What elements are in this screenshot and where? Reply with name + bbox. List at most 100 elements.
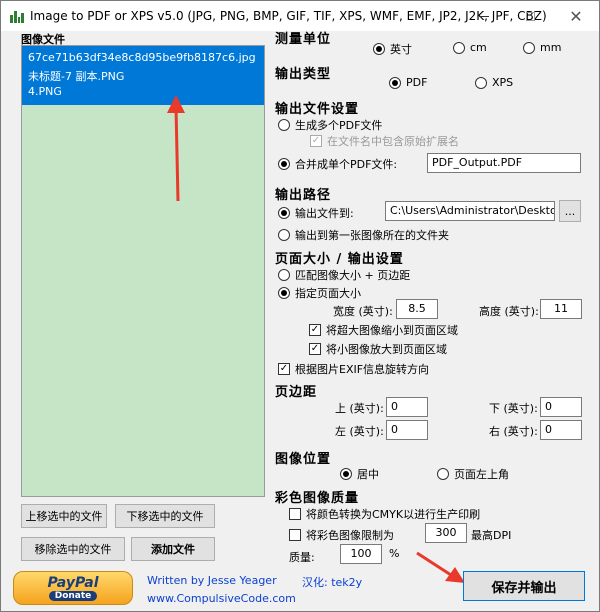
radio-dot bbox=[453, 41, 465, 54]
red-arrow-annotation bbox=[167, 95, 185, 202]
main-window: Image to PDF or XPS v5.0 (JPG, PNG, BMP,… bbox=[0, 0, 600, 612]
maximize-button[interactable] bbox=[507, 1, 553, 31]
cmyk-label: 将颜色转换为CMYK以进行生产印刷 bbox=[306, 508, 481, 521]
radio-dot bbox=[278, 269, 290, 281]
radio-dot bbox=[523, 41, 535, 54]
center-label: 居中 bbox=[357, 468, 379, 481]
author-credit: Written by Jesse Yeager bbox=[147, 574, 277, 587]
app-icon bbox=[10, 9, 24, 23]
move-down-button[interactable]: 下移选中的文件 bbox=[115, 504, 215, 528]
limit-dpi-label: 将彩色图像限制为 bbox=[306, 529, 394, 542]
margin-top-input[interactable]: 0 bbox=[386, 397, 428, 417]
limit-dpi-checkbox[interactable]: 将彩色图像限制为 bbox=[289, 527, 394, 543]
check-icon bbox=[289, 508, 301, 520]
check-icon: ✓ bbox=[310, 135, 322, 147]
check-icon: ✓ bbox=[309, 324, 321, 336]
paypal-logo: PayPal bbox=[47, 574, 99, 591]
quality-label: 质量: bbox=[289, 551, 315, 564]
first-image-folder-radio[interactable]: 输出到第一张图像所在的文件夹 bbox=[278, 227, 449, 243]
output-folder-label: 输出文件到: bbox=[295, 207, 354, 220]
enlarge-small-checkbox[interactable]: ✓ 将小图像放大到页面区域 bbox=[309, 341, 447, 357]
red-arrow-save-annotation bbox=[416, 551, 465, 583]
pdf-filename-input[interactable]: PDF_Output.PDF bbox=[427, 153, 581, 173]
quality-input[interactable]: 100 bbox=[340, 544, 382, 564]
match-image-radio[interactable]: 匹配图像大小 + 页边距 bbox=[278, 267, 410, 283]
unit-inch-label: 英寸 bbox=[390, 43, 412, 56]
output-folder-input[interactable]: C:\Users\Administrator\Desktop bbox=[385, 201, 555, 221]
unit-cm-radio[interactable]: cm bbox=[453, 41, 487, 54]
radio-dot bbox=[340, 468, 352, 480]
browse-button[interactable]: ... bbox=[559, 200, 581, 222]
output-xps-radio[interactable]: XPS bbox=[475, 76, 513, 89]
paypal-donate-button[interactable]: PayPal Donate bbox=[13, 571, 133, 605]
add-file-button[interactable]: 添加文件 bbox=[131, 537, 215, 561]
output-pdf-radio[interactable]: PDF bbox=[389, 76, 427, 89]
file-item[interactable]: 未标题-7 副本.PNG bbox=[22, 67, 264, 84]
enlarge-small-label: 将小图像放大到页面区域 bbox=[326, 343, 447, 356]
unit-inch-radio[interactable]: 英寸 bbox=[373, 41, 412, 57]
close-icon: ✕ bbox=[569, 6, 583, 26]
minimize-button[interactable] bbox=[461, 1, 507, 31]
top-left-radio[interactable]: 页面左上角 bbox=[437, 466, 509, 482]
shrink-large-label: 将超大图像缩小到页面区域 bbox=[326, 324, 458, 337]
multi-pdf-radio[interactable]: 生成多个PDF文件 bbox=[278, 117, 382, 133]
title-bar[interactable]: Image to PDF or XPS v5.0 (JPG, PNG, BMP,… bbox=[1, 1, 599, 31]
radio-dot bbox=[278, 119, 290, 131]
shrink-large-checkbox[interactable]: ✓ 将超大图像缩小到页面区域 bbox=[309, 322, 458, 338]
minimize-icon bbox=[479, 15, 489, 17]
margin-right-input[interactable]: 0 bbox=[540, 420, 582, 440]
output-xps-label: XPS bbox=[492, 76, 514, 89]
save-output-button[interactable]: 保存并输出 bbox=[463, 571, 585, 601]
donate-label: Donate bbox=[48, 590, 98, 601]
check-icon: ✓ bbox=[309, 343, 321, 355]
move-up-button[interactable]: 上移选中的文件 bbox=[21, 504, 107, 528]
match-image-label: 匹配图像大小 + 页边距 bbox=[295, 269, 411, 282]
center-radio[interactable]: 居中 bbox=[340, 466, 379, 482]
margin-bottom-input[interactable]: 0 bbox=[540, 397, 582, 417]
percent-label: % bbox=[389, 547, 400, 560]
file-list[interactable]: 67ce71b63df34e8c8d95be9fb8187c6.jpg 未标题-… bbox=[21, 45, 265, 497]
file-item[interactable]: 4.PNG bbox=[22, 84, 264, 101]
radio-dot bbox=[278, 207, 290, 219]
output-file-header: 输出文件设置 bbox=[275, 102, 360, 117]
website-link[interactable]: www.CompulsiveCode.com bbox=[147, 592, 296, 605]
unit-mm-radio[interactable]: mm bbox=[523, 41, 561, 54]
margin-bottom-label: 下 (英寸): bbox=[489, 402, 538, 415]
image-position-header: 图像位置 bbox=[275, 452, 332, 467]
cmyk-checkbox[interactable]: 将颜色转换为CMYK以进行生产印刷 bbox=[289, 506, 480, 522]
first-image-folder-label: 输出到第一张图像所在的文件夹 bbox=[295, 229, 449, 242]
file-item[interactable]: 67ce71b63df34e8c8d95be9fb8187c6.jpg bbox=[22, 50, 264, 67]
single-pdf-radio[interactable]: 合并成单个PDF文件: bbox=[278, 156, 397, 172]
single-pdf-label: 合并成单个PDF文件: bbox=[295, 158, 398, 171]
exif-rotate-label: 根据图片EXIF信息旋转方向 bbox=[295, 363, 430, 376]
dpi-label: 最高DPI bbox=[471, 529, 512, 542]
margin-top-label: 上 (英寸): bbox=[335, 402, 384, 415]
radio-dot bbox=[278, 287, 290, 299]
specify-size-label: 指定页面大小 bbox=[295, 287, 361, 300]
page-size-header: 页面大小 / 输出设置 bbox=[275, 252, 404, 267]
height-input[interactable]: 11 bbox=[540, 299, 582, 319]
output-folder-radio[interactable]: 输出文件到: bbox=[278, 205, 354, 221]
include-ext-checkbox[interactable]: ✓ 在文件名中包含原始扩展名 bbox=[310, 133, 459, 149]
margin-right-label: 右 (英寸): bbox=[489, 425, 538, 438]
maximize-icon bbox=[525, 11, 535, 21]
remove-button[interactable]: 移除选中的文件 bbox=[21, 537, 125, 561]
width-label: 宽度 (英寸): bbox=[333, 305, 393, 318]
top-left-label: 页面左上角 bbox=[454, 468, 509, 481]
margin-left-label: 左 (英寸): bbox=[335, 425, 384, 438]
output-type-header: 输出类型 bbox=[275, 67, 332, 82]
include-ext-label: 在文件名中包含原始扩展名 bbox=[327, 135, 459, 148]
radio-dot bbox=[278, 158, 290, 170]
radio-dot bbox=[437, 468, 449, 480]
radio-dot bbox=[373, 43, 385, 55]
close-button[interactable]: ✕ bbox=[553, 1, 599, 31]
check-icon: ✓ bbox=[278, 363, 290, 375]
height-label: 高度 (英寸): bbox=[479, 305, 539, 318]
multi-pdf-label: 生成多个PDF文件 bbox=[295, 119, 383, 132]
color-quality-header: 彩色图像质量 bbox=[275, 491, 360, 506]
margin-left-input[interactable]: 0 bbox=[386, 420, 428, 440]
dpi-input[interactable]: 300 bbox=[425, 523, 467, 543]
specify-size-radio[interactable]: 指定页面大小 bbox=[278, 285, 361, 301]
width-input[interactable]: 8.5 bbox=[396, 299, 438, 319]
exif-rotate-checkbox[interactable]: ✓ 根据图片EXIF信息旋转方向 bbox=[278, 361, 429, 377]
